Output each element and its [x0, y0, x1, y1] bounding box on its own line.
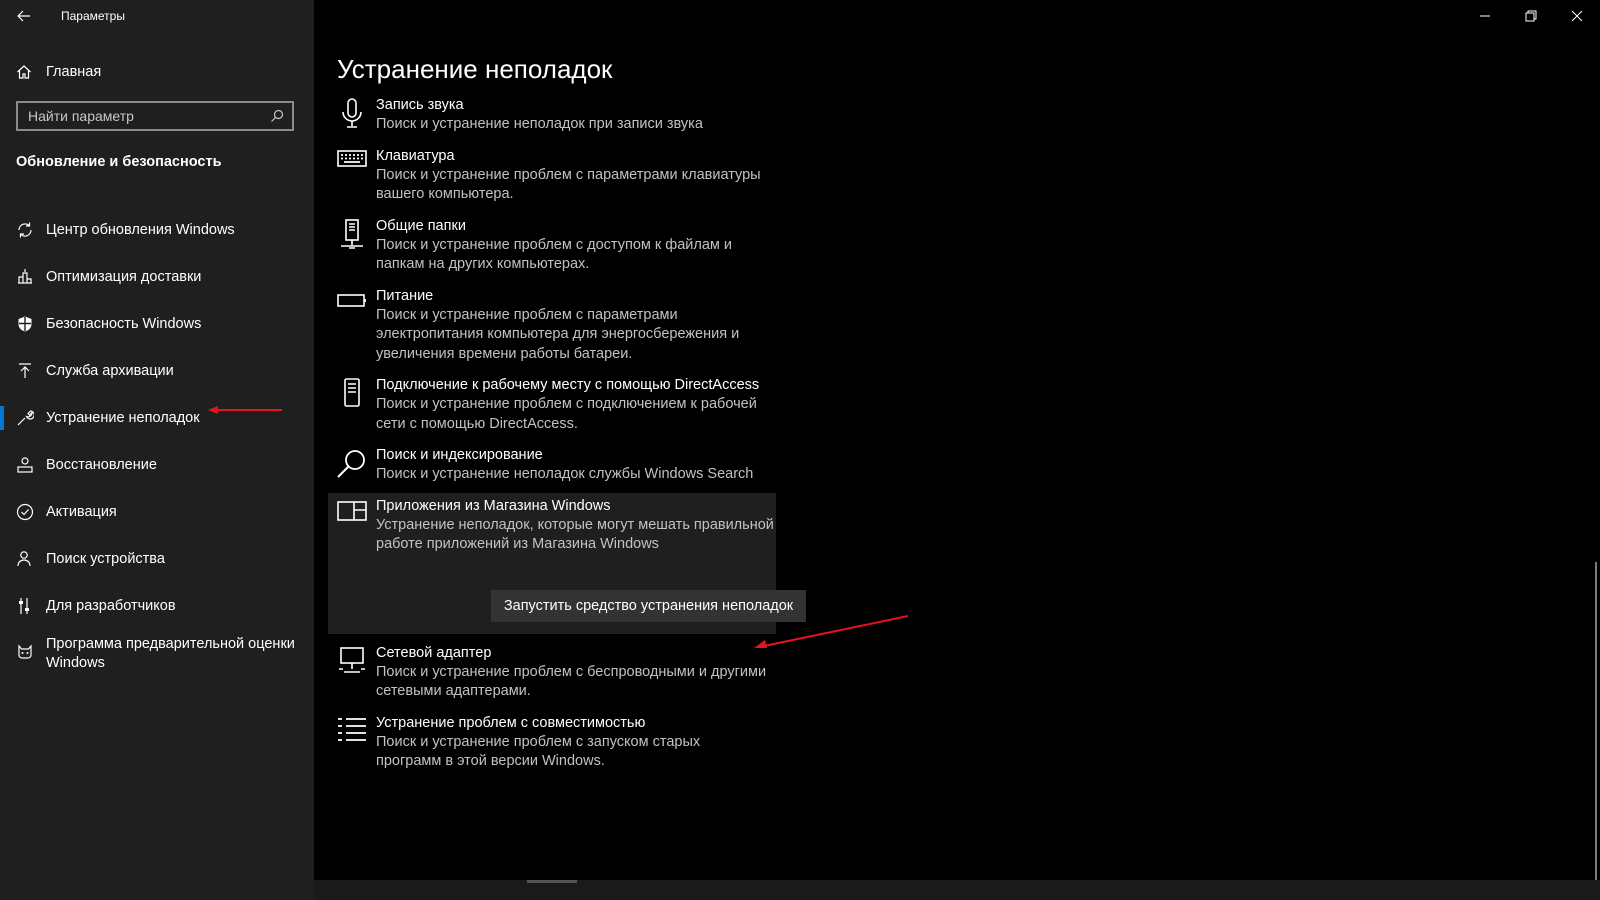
home-label: Главная	[46, 64, 102, 80]
check-circle-icon	[16, 503, 34, 521]
troubleshooter-desc: Поиск и устранение проблем с запуском ст…	[376, 733, 701, 770]
sidebar-item-insider[interactable]: Программа предварительной оценки Windows	[0, 629, 314, 685]
sidebar-item-label: Для разработчиков	[46, 597, 176, 614]
store-apps-icon	[336, 499, 368, 531]
sidebar-item-label: Устранение неполадок	[46, 409, 200, 426]
sidebar-item-label: Оптимизация доставки	[46, 268, 202, 285]
sidebar-item-label: Центр обновления Windows	[46, 221, 235, 238]
troubleshooter-desc: Поиск и устранение проблем с доступом к …	[376, 236, 732, 273]
troubleshooter-store-apps[interactable]: Приложения из Магазина Windows Устранени…	[328, 492, 806, 634]
close-icon	[1571, 10, 1583, 22]
sidebar: Параметры Главная Обновление и безопасно…	[0, 0, 314, 900]
troubleshooter-name: Поиск и индексирование	[376, 447, 543, 463]
sidebar-item-backup[interactable]: Служба архивации	[0, 347, 314, 394]
sidebar-item-find-device[interactable]: Поиск устройства	[0, 535, 314, 582]
troubleshooter-directaccess[interactable]: Подключение к рабочему месту с помощью D…	[328, 372, 776, 442]
search-input[interactable]	[28, 108, 268, 124]
refresh-icon	[16, 221, 34, 239]
app-title: Параметры	[61, 9, 125, 23]
troubleshooter-compatibility[interactable]: Устранение проблем с совместимостью Поиск…	[328, 710, 776, 780]
developer-sliders-icon	[16, 597, 34, 615]
sidebar-item-label: Поиск устройства	[46, 550, 165, 567]
strip-mark	[527, 880, 577, 883]
troubleshooter-keyboard[interactable]: Клавиатура Поиск и устранение проблем с п…	[328, 143, 776, 213]
sidebar-item-developers[interactable]: Для разработчиков	[0, 582, 314, 629]
sidebar-item-label: Безопасность Windows	[46, 315, 202, 332]
annotation-arrow	[754, 615, 909, 648]
home-icon	[17, 65, 31, 79]
troubleshooter-shared-folders[interactable]: Общие папки Поиск и устранение проблем с …	[328, 213, 776, 283]
window-controls	[1462, 0, 1600, 32]
troubleshooter-name: Запись звука	[376, 97, 464, 113]
troubleshooter-name: Клавиатура	[376, 147, 455, 164]
sidebar-item-troubleshoot[interactable]: Устранение неполадок	[0, 394, 314, 441]
troubleshooter-desc: Поиск и устранение проблем с параметрами…	[376, 166, 761, 203]
troubleshooter-name: Приложения из Магазина Windows	[376, 497, 611, 514]
minimize-icon	[1480, 15, 1490, 17]
phone-device-icon	[336, 378, 368, 410]
insider-cat-icon	[16, 643, 34, 661]
sidebar-item-activation[interactable]: Активация	[0, 488, 314, 535]
troubleshooter-list: Запись звука Поиск и устранение неполадок…	[328, 92, 806, 780]
back-button[interactable]	[14, 6, 34, 26]
network-adapter-icon	[336, 646, 368, 678]
close-button[interactable]	[1554, 0, 1600, 32]
sidebar-nav: Центр обновления Windows Оптимизация дос…	[0, 206, 314, 685]
keyboard-icon	[336, 149, 368, 181]
shield-icon	[16, 315, 34, 333]
wrench-icon	[16, 409, 34, 427]
annotation-arrow	[208, 406, 282, 414]
troubleshooter-name: Сетевой адаптер	[376, 644, 492, 661]
sidebar-home[interactable]: Главная	[16, 60, 101, 84]
delivery-icon	[16, 268, 34, 286]
battery-icon	[336, 289, 368, 321]
list-icon	[336, 716, 368, 748]
bottom-strip	[314, 880, 1600, 900]
troubleshooter-desc: Устранение неполадок, которые могут меша…	[376, 516, 774, 553]
restore-icon	[1525, 10, 1537, 22]
restore-button[interactable]	[1508, 0, 1554, 32]
sidebar-item-windows-update[interactable]: Центр обновления Windows	[0, 206, 314, 253]
sidebar-item-label: Восстановление	[46, 456, 157, 473]
page-title: Устранение неполадок	[337, 54, 613, 84]
troubleshooter-name: Питание	[376, 287, 434, 304]
sidebar-item-recovery[interactable]: Восстановление	[0, 441, 314, 488]
sidebar-item-label: Активация	[46, 503, 117, 520]
scrollbar-thumb[interactable]	[1595, 562, 1597, 880]
troubleshooter-desc: Поиск и устранение неполадок при записи …	[376, 116, 703, 132]
troubleshooter-desc: Поиск и устранение проблем с подключение…	[376, 396, 757, 432]
troubleshooter-network-adapter[interactable]: Сетевой адаптер Поиск и устранение пробле…	[328, 634, 776, 710]
sidebar-item-label: Служба архивации	[46, 362, 174, 379]
troubleshooter-desc: Поиск и устранение проблем с параметрами…	[376, 306, 740, 362]
troubleshooter-audio-recording[interactable]: Запись звука Поиск и устранение неполадок…	[328, 92, 776, 143]
back-arrow-icon	[17, 10, 30, 22]
troubleshooter-desc: Поиск и устранение неполадок службы Wind…	[376, 466, 754, 482]
sidebar-item-label: Программа предварительной оценки Windows	[46, 636, 295, 671]
search-icon	[271, 109, 284, 122]
person-location-icon	[16, 550, 34, 568]
troubleshooter-power[interactable]: Питание Поиск и устранение проблем с пара…	[328, 283, 776, 373]
backup-arrow-icon	[16, 362, 34, 380]
troubleshooter-name: Устранение проблем с совместимостью	[376, 714, 646, 731]
microphone-icon	[336, 98, 368, 130]
troubleshooter-search-indexing[interactable]: Поиск и индексирование Поиск и устранение…	[328, 442, 776, 493]
search-box[interactable]	[16, 101, 294, 131]
troubleshooter-desc: Поиск и устранение проблем с беспроводны…	[376, 663, 767, 700]
troubleshooter-name: Подключение к рабочему месту с помощью D…	[376, 377, 760, 393]
active-indicator	[0, 406, 4, 430]
recovery-icon	[16, 456, 34, 474]
minimize-button[interactable]	[1462, 0, 1508, 32]
troubleshooter-name: Общие папки	[376, 217, 466, 234]
sidebar-item-delivery-optimization[interactable]: Оптимизация доставки	[0, 253, 314, 300]
section-title: Обновление и безопасность	[16, 154, 222, 170]
network-folder-icon	[336, 218, 368, 251]
search-icon	[336, 448, 368, 480]
scrollbar[interactable]	[1592, 32, 1600, 880]
sidebar-item-windows-security[interactable]: Безопасность Windows	[0, 300, 314, 347]
